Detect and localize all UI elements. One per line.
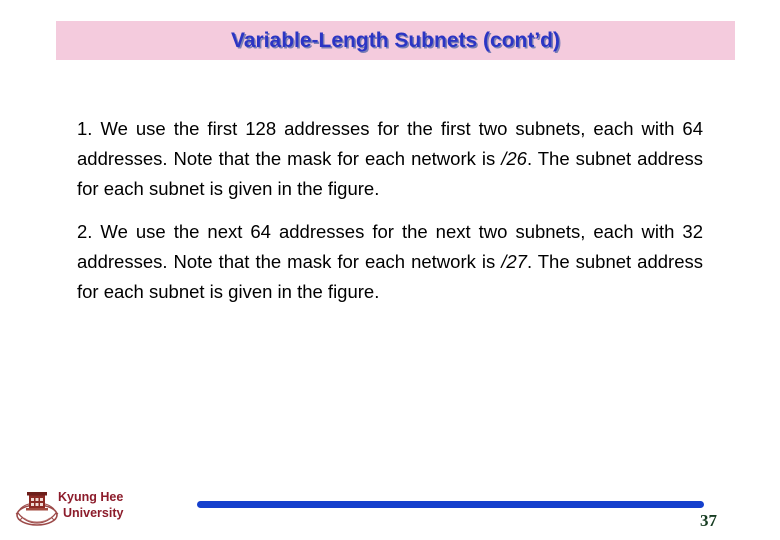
body-paragraph-1: 1. We use the first 128 addresses for th…	[77, 114, 703, 204]
title-band: Variable-Length Subnets (cont’d)	[56, 21, 735, 60]
paragraph-1-mask-value: /26	[501, 148, 527, 169]
slide-body: 1. We use the first 128 addresses for th…	[77, 114, 703, 307]
body-paragraph-2: 2. We use the next 64 addresses for the …	[77, 217, 703, 307]
kyung-hee-crest-icon	[14, 487, 60, 529]
slide: Variable-Length Subnets (cont’d) 1. We u…	[0, 0, 780, 540]
university-name-line1: Kyung Hee	[58, 490, 124, 504]
university-name: Kyung Hee University	[58, 489, 188, 521]
footer-rule	[197, 501, 704, 508]
page-number: 37	[700, 511, 717, 530]
university-name-line2: University	[63, 506, 124, 520]
paragraph-2-mask-value: /27	[501, 251, 527, 272]
page-title: Variable-Length Subnets (cont’d)	[230, 29, 561, 52]
